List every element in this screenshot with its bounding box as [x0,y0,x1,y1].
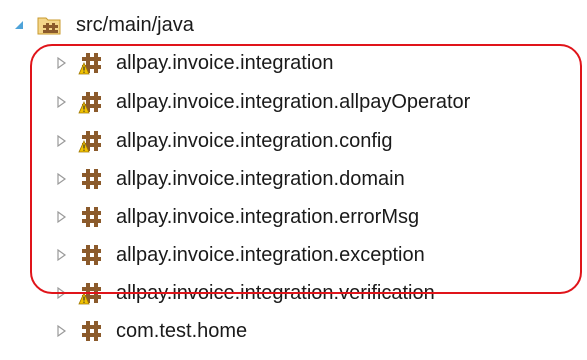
tree-item-label: allpay.invoice.integration.exception [116,244,425,266]
tree-item-label: com.test.home [116,320,248,342]
tree-item-package[interactable]: allpay.invoice.integration.allpayOperato… [52,83,470,121]
tree-item-package[interactable]: com.test.home [52,312,247,350]
tree-item-label: allpay.invoice.integration.allpayOperato… [116,91,471,113]
collapsed-arrow-icon[interactable] [52,54,70,72]
tree-item-src-main-java[interactable]: src/main/java [10,6,194,44]
collapsed-arrow-icon[interactable] [52,170,70,188]
tree-item-package[interactable]: allpay.invoice.integration [52,44,334,82]
expanded-arrow-icon[interactable] [10,16,28,34]
tree-item-label: allpay.invoice.integration.verification [116,282,435,304]
collapsed-arrow-icon[interactable] [52,132,70,150]
collapsed-arrow-icon[interactable] [52,93,70,111]
tree-item-package[interactable]: allpay.invoice.integration.errorMsg [52,198,419,236]
package-icon [78,166,104,192]
collapsed-arrow-icon[interactable] [52,246,70,264]
tree-item-label: allpay.invoice.integration [116,52,334,74]
package-explorer-tree: src/main/java allpay.invoice.integration [0,0,587,360]
collapsed-arrow-icon[interactable] [52,322,70,340]
tree-item-label: allpay.invoice.integration.domain [116,168,405,190]
package-warning-icon [78,50,104,76]
tree-item-package[interactable]: allpay.invoice.integration.domain [52,160,405,198]
source-folder-icon [36,12,66,38]
tree-item-package[interactable]: allpay.invoice.integration.verification [52,274,435,312]
tree-item-package[interactable]: allpay.invoice.integration.exception [52,236,425,274]
package-warning-icon [78,280,104,306]
tree-item-package[interactable]: allpay.invoice.integration.config [52,122,392,160]
collapsed-arrow-icon[interactable] [52,208,70,226]
package-warning-icon [78,89,104,115]
tree-item-label: allpay.invoice.integration.config [116,130,393,152]
package-icon [78,318,104,344]
tree-item-label: src/main/java [76,14,194,36]
package-warning-icon [78,128,104,154]
package-icon [78,204,104,230]
tree-item-label: allpay.invoice.integration.errorMsg [116,206,420,228]
collapsed-arrow-icon[interactable] [52,284,70,302]
package-icon [78,242,104,268]
